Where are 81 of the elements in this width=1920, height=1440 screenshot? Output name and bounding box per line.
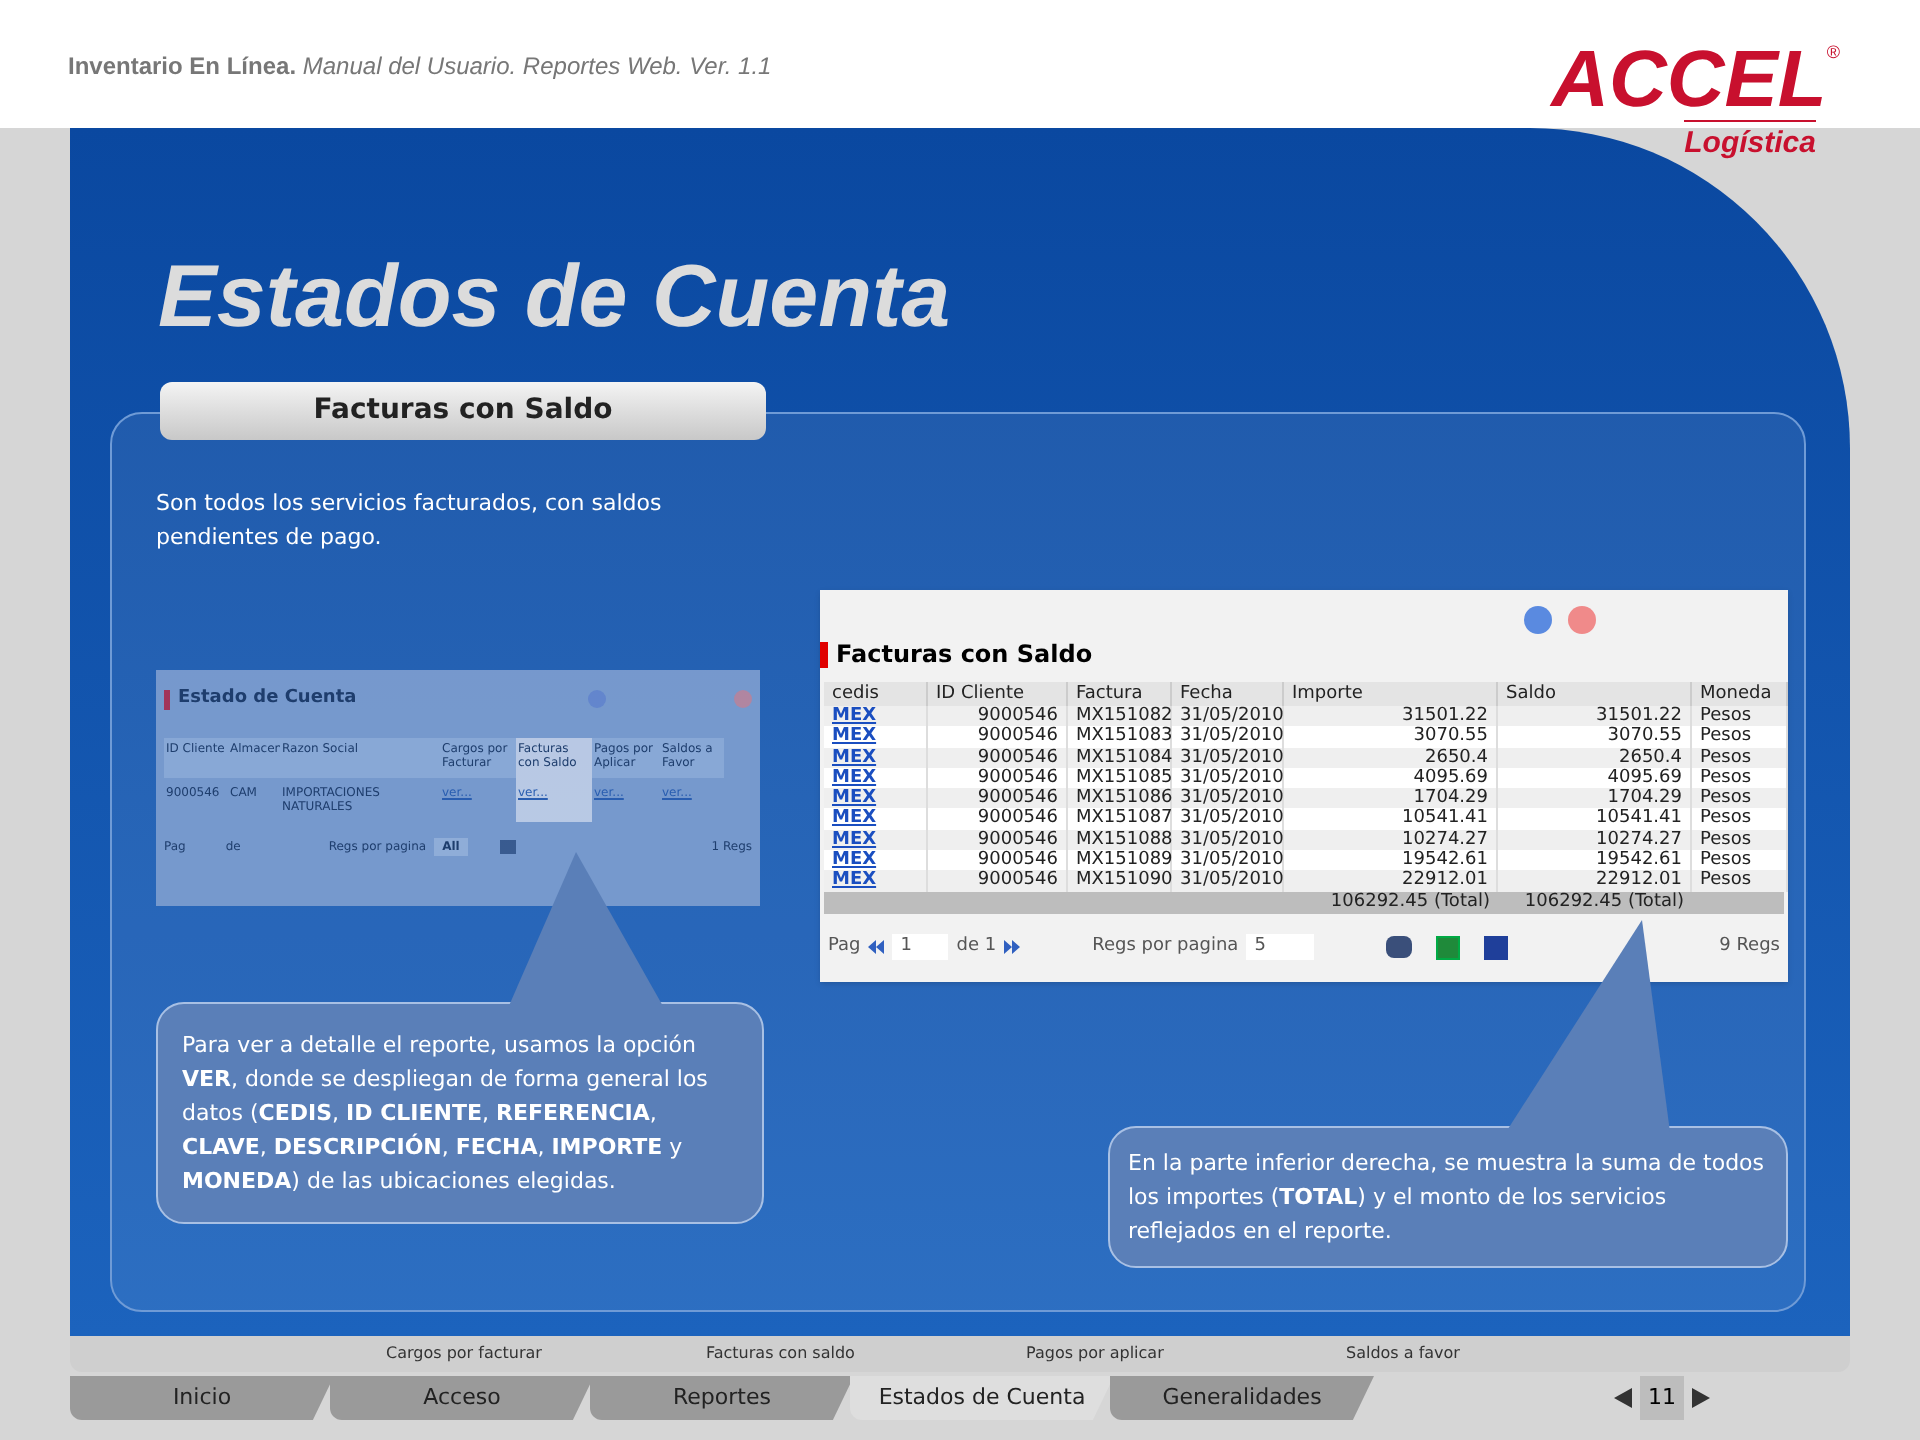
column-header: cedis [824, 682, 928, 706]
subnav-link[interactable]: Facturas con saldo [706, 1342, 866, 1366]
table-cell: 31501.22 [1498, 706, 1692, 727]
page-number: 11 [1640, 1376, 1684, 1420]
spreadsheet-icon[interactable] [1436, 935, 1461, 960]
column-header: Importe [1284, 682, 1498, 706]
cedis-link[interactable]: MEX [824, 747, 928, 768]
table-cell: 9000546 [928, 788, 1068, 809]
table-cell: 9000546 [928, 747, 1068, 768]
table-cell: 22912.01 [1498, 870, 1692, 892]
table-cell: 9000546 [928, 706, 1068, 727]
table-cell: MX151082 [1068, 706, 1172, 727]
table-cell: MX151090 [1068, 870, 1172, 892]
column-header: Fecha [1172, 682, 1284, 706]
table-cell: 31/05/2010 [1172, 747, 1284, 768]
first-page-icon[interactable] [868, 940, 885, 955]
count-label: 9 Regs [1719, 933, 1780, 960]
help-icon [1524, 606, 1552, 634]
table-cell: 2650.4 [1498, 747, 1692, 768]
last-page-icon[interactable] [1004, 940, 1021, 955]
column-header: Saldo [1498, 682, 1692, 706]
table-cell: MX151088 [1068, 829, 1172, 851]
subnav-link[interactable]: Pagos por aplicar [1026, 1342, 1186, 1366]
document-icon[interactable] [1484, 935, 1509, 960]
nav-tab[interactable]: Generalidades [1110, 1376, 1374, 1420]
nav-tab[interactable]: Reportes [590, 1376, 854, 1420]
table-cell: 31/05/2010 [1172, 829, 1284, 851]
report-title: Facturas con Saldo [836, 638, 1093, 672]
close-icon [1568, 606, 1596, 634]
per-page-label: Regs por pagina [1092, 933, 1239, 960]
company-logo: ACCEL® Logística [1551, 40, 1840, 167]
previous-icon[interactable] [1614, 1388, 1632, 1408]
of-label: de 1 [956, 933, 997, 960]
close-icon [734, 690, 752, 709]
nav-tab[interactable]: Estados de Cuenta [850, 1376, 1114, 1420]
header-title: Inventario En Línea. [68, 52, 297, 80]
table-cell: 31/05/2010 [1172, 788, 1284, 809]
table-cell: Pesos [1692, 788, 1788, 809]
total-cell-text: 106292.45 (Total) [1522, 891, 1686, 914]
per-page-select[interactable]: 5 [1246, 933, 1315, 961]
nav-tab[interactable]: Acceso [330, 1376, 594, 1420]
subnav-link[interactable]: Saldos a favor [1346, 1342, 1506, 1366]
cedis-link[interactable]: MEX [824, 706, 928, 727]
table-cell: Pesos [1692, 706, 1788, 727]
header-subtitle: Manual del Usuario. Reportes Web. Ver. 1.1 [302, 52, 772, 80]
section-label: Facturas con Saldo [160, 382, 766, 440]
column-header: ID Cliente [928, 682, 1068, 706]
table-cell: 22912.01 [1284, 870, 1498, 892]
table-cell: 31/05/2010 [1172, 870, 1284, 892]
table-cell: 2650.4 [1284, 747, 1498, 768]
callout-text: En la parte inferior derecha, se muestra la suma de todos los importes (TOTAL) y el monto de los servicios reflejados en el reporte. [1128, 1147, 1767, 1248]
table-cell: 9000546 [928, 870, 1068, 892]
cedis-link[interactable]: MEX [824, 788, 928, 809]
table-cell: 10274.27 [1284, 829, 1498, 851]
table-cell: Pesos [1692, 870, 1788, 892]
table-cell: 31/05/2010 [1172, 706, 1284, 727]
table-cell: 31501.22 [1284, 706, 1498, 727]
table-cell: 1704.29 [1284, 788, 1498, 809]
column-header: Factura [1068, 682, 1172, 706]
report-title: Estado de Cuenta [178, 686, 357, 712]
column-header: Moneda [1692, 682, 1788, 706]
title-marker [164, 689, 170, 710]
table-cell: Pesos [1692, 829, 1788, 851]
page-label: Pag [828, 933, 861, 960]
slide-title: Estados de Cuenta [158, 248, 953, 348]
table-cell: 1704.29 [1498, 788, 1692, 809]
subnav-link[interactable]: Cargos por facturar [386, 1342, 546, 1366]
cedis-link[interactable]: MEX [824, 829, 928, 851]
callout-text: Para ver a detalle el reporte, usamos la opción VER, donde se despliegan de forma general los datos (CEDIS, ID CLIENTE, REFERENCIA, CLAVE, DESCRIPCIÓN, FECHA, IMPORTE y MONEDA) de las ubicaciones elegidas. [182, 1030, 710, 1198]
nav-tab[interactable]: Inicio [70, 1376, 334, 1420]
title-marker [820, 641, 828, 667]
page-select[interactable]: 1 [892, 933, 949, 961]
table-cell: MX151084 [1068, 747, 1172, 768]
total-cell-text: 106292.45 (Total) [1328, 891, 1492, 914]
table-cell: MX151086 [1068, 788, 1172, 809]
intro-text: Son todos los servicios facturados, con saldos pendientes de pago. [156, 488, 664, 554]
table-cell: 9000546 [928, 829, 1068, 851]
table-cell: Pesos [1692, 747, 1788, 768]
cedis-link[interactable]: MEX [824, 870, 928, 892]
next-icon[interactable] [1692, 1388, 1710, 1408]
table-cell: 10274.27 [1498, 829, 1692, 851]
